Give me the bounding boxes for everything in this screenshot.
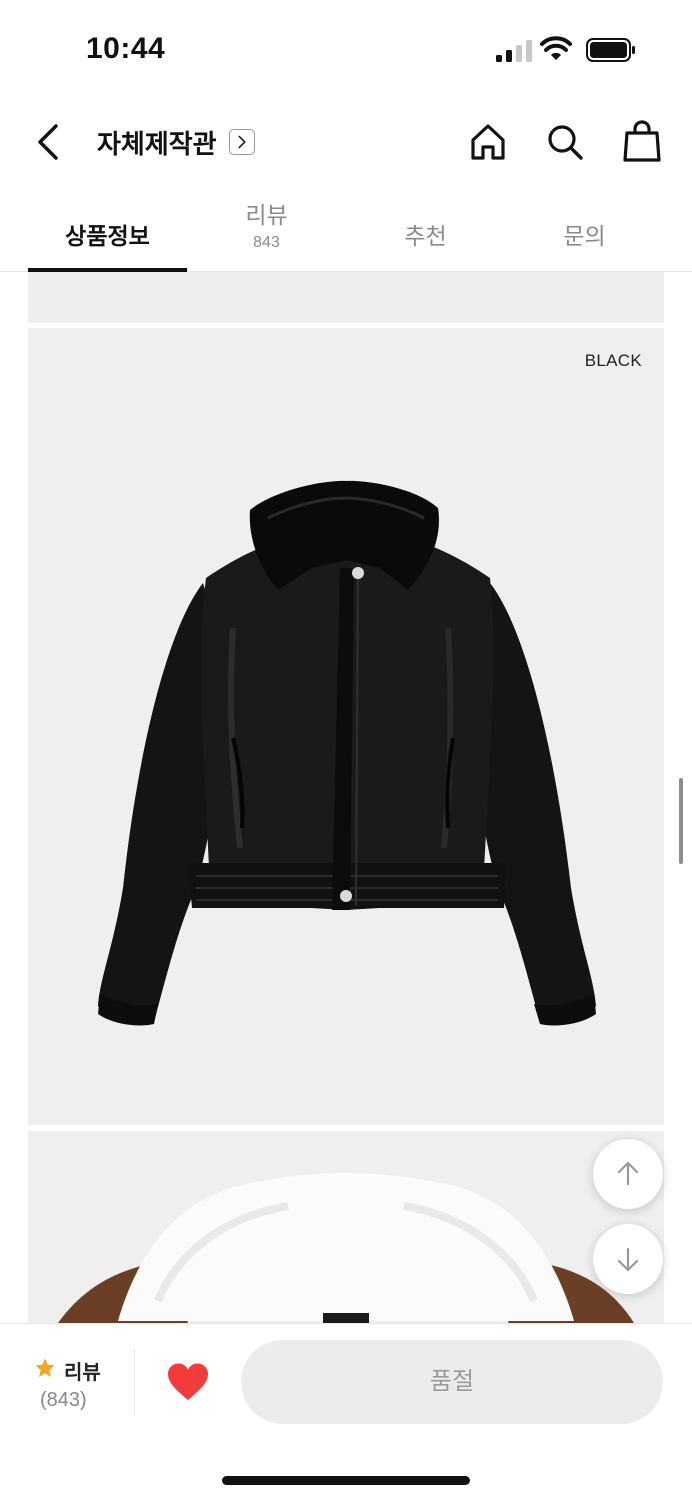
back-button[interactable] xyxy=(28,118,72,166)
tab-product-info[interactable]: 상품정보 xyxy=(28,196,187,272)
home-indicator xyxy=(222,1476,470,1485)
tab-review[interactable]: 리뷰 843 xyxy=(187,196,346,272)
star-icon xyxy=(35,1358,55,1377)
sold-out-button[interactable]: 품절 xyxy=(241,1340,663,1424)
battery-icon xyxy=(586,38,635,62)
scroll-down-button[interactable] xyxy=(593,1224,663,1294)
tab-label: 추천 xyxy=(404,223,447,249)
product-image-black: BLACK xyxy=(28,328,664,1125)
jacket-collar-image xyxy=(58,1173,634,1323)
review-count: (843) xyxy=(40,1389,87,1411)
color-label: BLACK xyxy=(584,351,642,370)
product-image-brown xyxy=(28,1131,664,1323)
status-time: 10:44 xyxy=(86,32,166,65)
shopping-bag-icon[interactable] xyxy=(620,118,664,166)
product-image-previous xyxy=(28,272,664,323)
arrow-up-icon xyxy=(617,1161,639,1186)
heart-icon[interactable] xyxy=(166,1362,210,1402)
search-icon[interactable] xyxy=(543,120,587,164)
tab-label: 상품정보 xyxy=(65,223,150,249)
tab-recommend[interactable]: 추천 xyxy=(346,196,505,272)
arrow-down-icon xyxy=(617,1247,639,1272)
cellular-signal-icon xyxy=(496,40,532,62)
divider xyxy=(134,1348,135,1416)
tab-review-count: 843 xyxy=(253,234,280,251)
scroll-up-button[interactable] xyxy=(593,1139,663,1209)
tab-label: 문의 xyxy=(563,223,606,249)
scrollbar[interactable] xyxy=(679,778,683,864)
wifi-icon xyxy=(540,36,572,60)
tab-label: 리뷰 xyxy=(245,202,288,228)
jacket-image xyxy=(98,480,596,1026)
page-title[interactable]: 자체제작관 xyxy=(97,124,217,161)
review-label: 리뷰 xyxy=(64,1362,101,1384)
home-icon[interactable] xyxy=(466,120,510,164)
tab-inquiry[interactable]: 문의 xyxy=(505,196,664,272)
chevron-right-icon[interactable] xyxy=(229,129,255,155)
